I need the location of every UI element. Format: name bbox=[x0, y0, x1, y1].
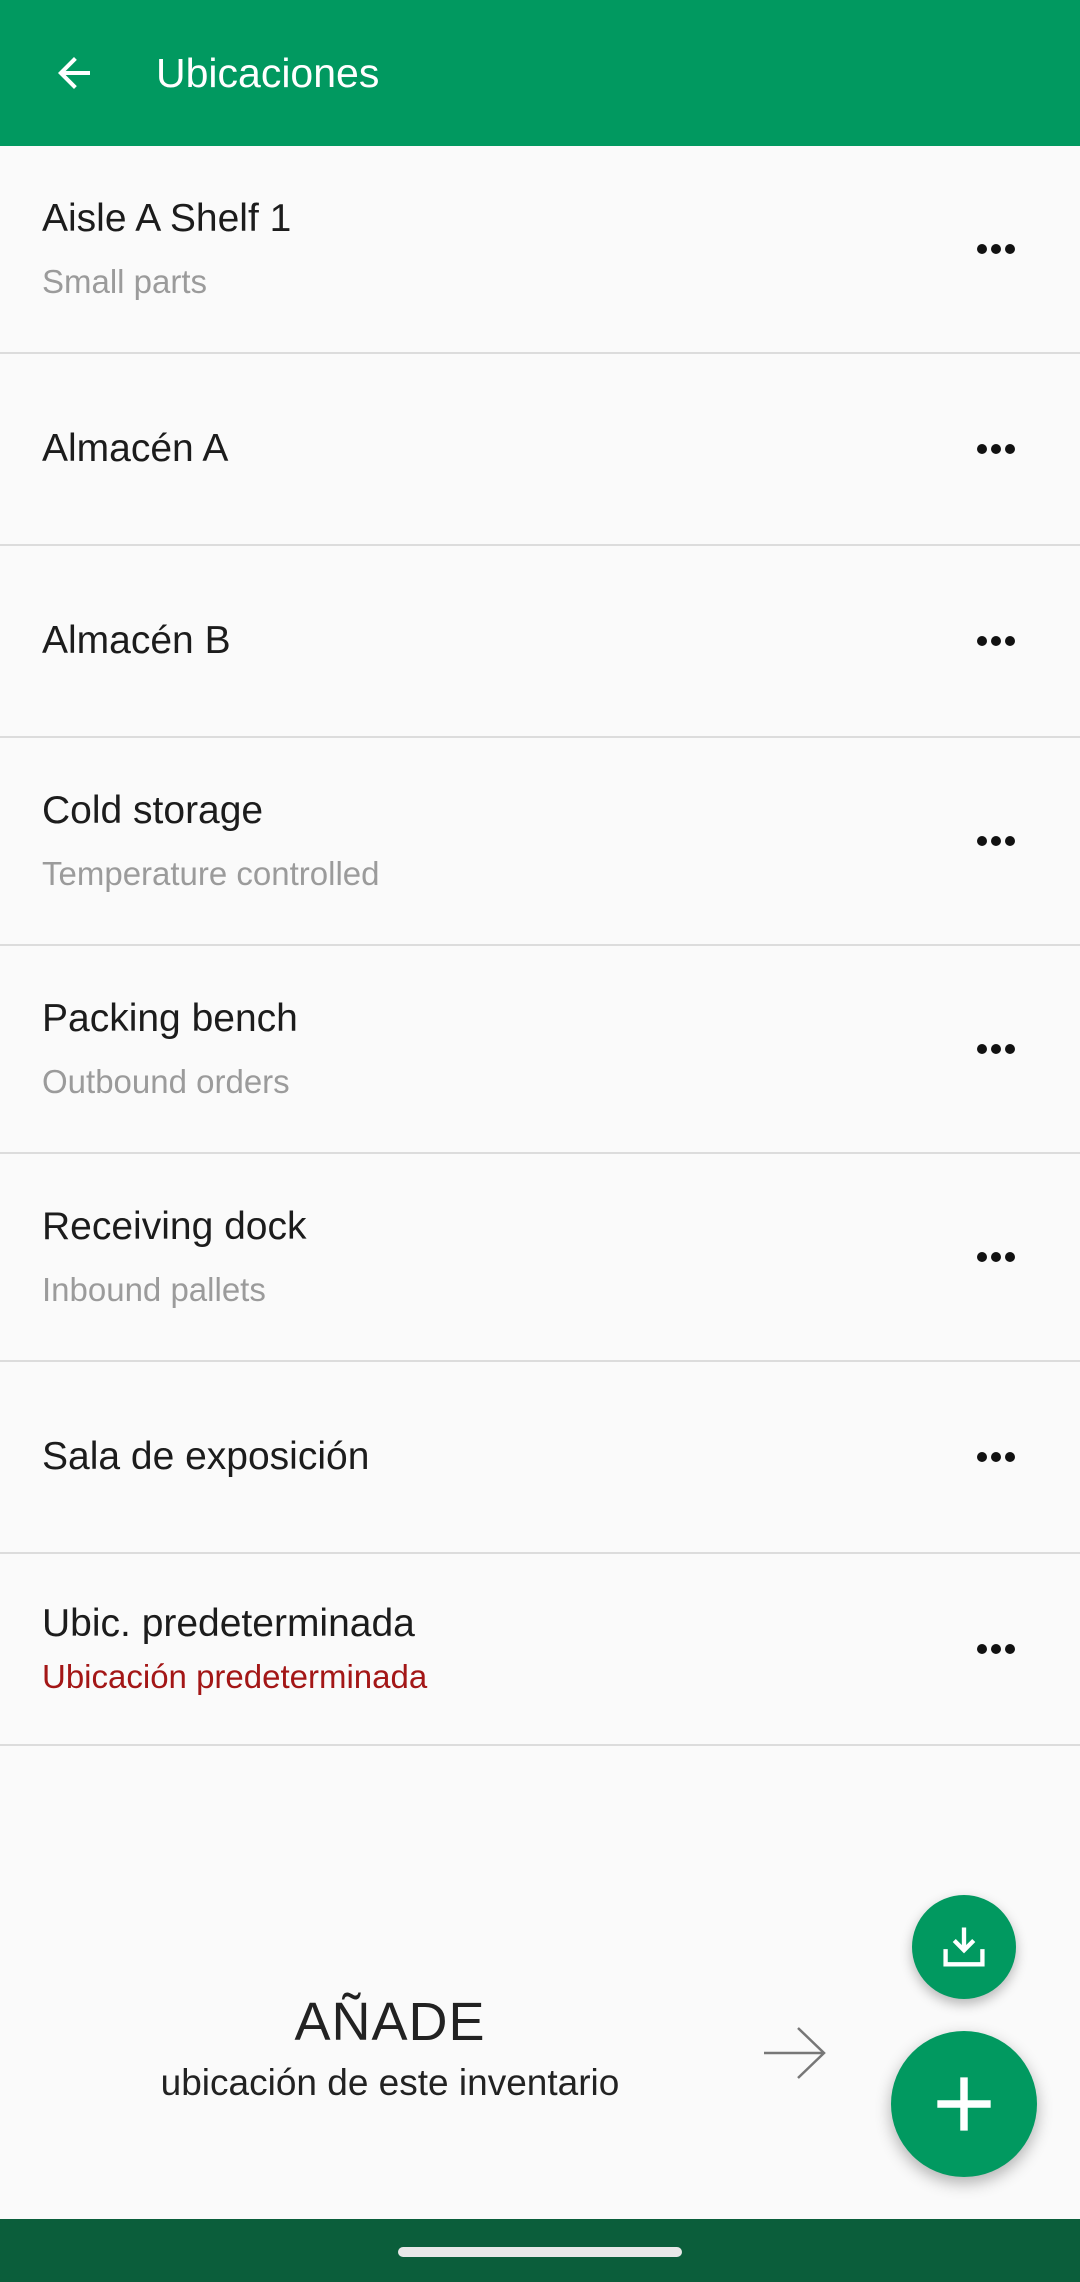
more-horizontal-icon bbox=[977, 244, 1015, 254]
download-icon bbox=[943, 1927, 985, 1967]
plus-icon bbox=[937, 2077, 991, 2131]
location-name: Aisle A Shelf 1 bbox=[42, 197, 292, 240]
more-horizontal-icon bbox=[977, 636, 1015, 646]
more-horizontal-icon bbox=[977, 1644, 1015, 1654]
location-description: Inbound pallets bbox=[42, 1271, 266, 1308]
more-options-button[interactable] bbox=[964, 1617, 1028, 1681]
back-button[interactable] bbox=[0, 0, 148, 146]
more-horizontal-icon bbox=[977, 836, 1015, 846]
location-description: Small parts bbox=[42, 263, 208, 300]
location-name: Almacén A bbox=[42, 427, 229, 470]
import-button[interactable] bbox=[912, 1895, 1016, 1999]
location-name: Cold storage bbox=[42, 789, 264, 832]
arrow-right-icon bbox=[764, 2027, 826, 2079]
app-bar: Ubicaciones bbox=[0, 0, 1080, 146]
more-options-button[interactable] bbox=[964, 1225, 1028, 1289]
more-horizontal-icon bbox=[977, 1452, 1015, 1462]
more-options-button[interactable] bbox=[964, 417, 1028, 481]
more-options-button[interactable] bbox=[964, 1425, 1028, 1489]
page-title: Ubicaciones bbox=[156, 49, 380, 96]
hint-subtitle: ubicación de este inventario bbox=[160, 2062, 620, 2103]
home-gesture-handle[interactable] bbox=[398, 2247, 682, 2257]
system-nav-bar bbox=[0, 2219, 1080, 2282]
location-item[interactable]: Packing bench Outbound orders bbox=[0, 946, 1080, 1154]
hint-title: AÑADE bbox=[294, 1992, 486, 2052]
location-description: Temperature controlled bbox=[42, 855, 380, 892]
location-name: Receiving dock bbox=[42, 1205, 307, 1248]
more-horizontal-icon bbox=[977, 1252, 1015, 1262]
locations-screen: Ubicaciones Aisle A Shelf 1 Small parts … bbox=[0, 0, 1080, 2282]
more-options-button[interactable] bbox=[964, 809, 1028, 873]
location-item[interactable]: Aisle A Shelf 1 Small parts bbox=[0, 146, 1080, 354]
arrow-back-icon bbox=[58, 57, 90, 89]
location-list: Aisle A Shelf 1 Small parts Almacén A Al… bbox=[0, 146, 1080, 1746]
location-name: Packing bench bbox=[42, 997, 298, 1040]
location-item[interactable]: Cold storage Temperature controlled bbox=[0, 738, 1080, 946]
more-horizontal-icon bbox=[977, 444, 1015, 454]
add-location-button[interactable] bbox=[891, 2031, 1037, 2177]
location-name: Sala de exposición bbox=[42, 1435, 370, 1478]
more-options-button[interactable] bbox=[964, 217, 1028, 281]
location-name: Ubic. predeterminada bbox=[42, 1602, 415, 1645]
more-options-button[interactable] bbox=[964, 1017, 1028, 1081]
default-location-label: Ubicación predeterminada bbox=[42, 1658, 428, 1695]
add-location-hint: AÑADE ubicación de este inventario bbox=[60, 1990, 720, 2108]
location-item[interactable]: Almacén A bbox=[0, 354, 1080, 546]
location-item-default[interactable]: Ubic. predeterminada Ubicación predeterm… bbox=[0, 1554, 1080, 1746]
location-item[interactable]: Sala de exposición bbox=[0, 1362, 1080, 1554]
location-item[interactable]: Almacén B bbox=[0, 546, 1080, 738]
more-horizontal-icon bbox=[977, 1044, 1015, 1054]
location-item[interactable]: Receiving dock Inbound pallets bbox=[0, 1154, 1080, 1362]
more-options-button[interactable] bbox=[964, 609, 1028, 673]
location-description: Outbound orders bbox=[42, 1063, 290, 1100]
location-name: Almacén B bbox=[42, 619, 231, 662]
